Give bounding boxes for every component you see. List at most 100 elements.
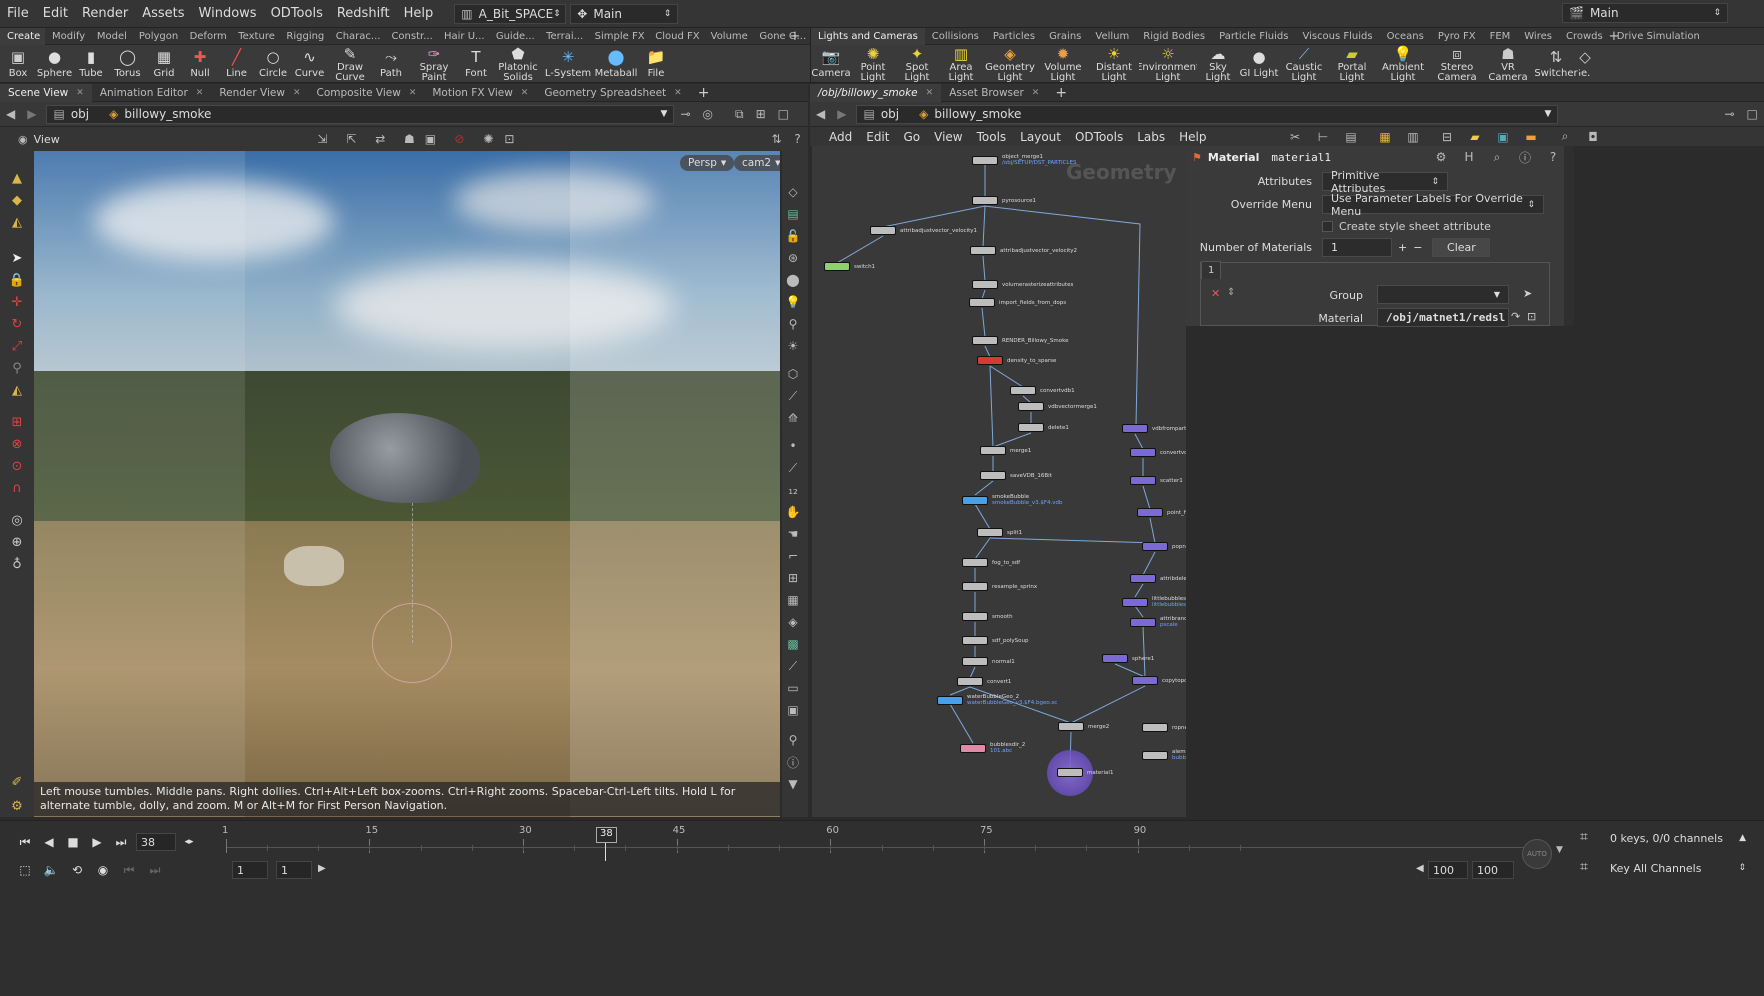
menu-item-3[interactable]: Assets xyxy=(135,0,191,28)
grid-view-icon[interactable]: ▦ xyxy=(1374,126,1396,148)
context-selector[interactable]: ✥ Main ⇕ xyxy=(570,3,679,24)
light-point-icon[interactable]: ⚲ xyxy=(782,313,804,335)
step-icon[interactable]: ◂▸ xyxy=(178,831,200,853)
network-menu-8[interactable]: Help xyxy=(1172,130,1213,144)
minus-icon[interactable]: − xyxy=(1413,241,1422,254)
node-alembic1[interactable]: alembic1bubblesdir.abc xyxy=(1142,749,1186,761)
audio-icon[interactable]: 🔈 xyxy=(40,859,62,881)
key-channels[interactable]: Key All Channels ⇕ xyxy=(1606,859,1750,877)
node-smokeBubble[interactable]: smokeBubble smokeBubble_v3.$F4.vdb xyxy=(962,494,1063,506)
node-copytopoints1[interactable]: copytopoints1 xyxy=(1132,676,1186,685)
network-menu-1[interactable]: Edit xyxy=(859,130,896,144)
ghost-icon[interactable]: ⊛ xyxy=(782,247,804,269)
h-icon[interactable]: H xyxy=(1458,146,1480,168)
menu-item-2[interactable]: Render xyxy=(75,0,135,28)
display-option-icon[interactable]: ◇ xyxy=(782,181,804,203)
reorder-icon[interactable]: ⇕ xyxy=(1227,287,1235,298)
shelf-tool-3[interactable]: ◯ Torus xyxy=(109,45,146,83)
clear-button[interactable]: Clear xyxy=(1432,237,1491,257)
tab-0[interactable]: Scene View ✕ xyxy=(0,83,92,102)
flipbook-icon[interactable]: ✺ xyxy=(478,128,499,150)
list-icon[interactable]: ▤ xyxy=(1340,126,1362,148)
render-region-icon[interactable]: ⊡ xyxy=(499,128,520,150)
stop-icon[interactable]: ■ xyxy=(62,831,84,853)
node-body[interactable] xyxy=(962,657,988,666)
node-attribadjustvector_velocity1[interactable]: attribadjustvector_velocity1 xyxy=(870,226,977,235)
network-menu-4[interactable]: Tools xyxy=(970,130,1014,144)
menu-item-7[interactable]: Help xyxy=(397,0,441,28)
network-menu-3[interactable]: View xyxy=(927,130,969,144)
shelf-tab-right-3[interactable]: Grains xyxy=(1042,28,1088,45)
node-body[interactable] xyxy=(980,471,1006,480)
shelf-tab-right-1[interactable]: Collisions xyxy=(925,28,986,45)
node-body[interactable] xyxy=(937,695,963,705)
forward-arrow-icon[interactable]: ▶ xyxy=(21,107,42,121)
right-tab-1[interactable]: Asset Browser ✕ xyxy=(941,84,1047,102)
shelf-tool-8[interactable]: ∿ Curve xyxy=(291,45,328,83)
node-volumerasterizeattributes[interactable]: volumerasterizeattributes xyxy=(972,280,1073,289)
pin-icon[interactable]: ⊸ xyxy=(674,107,696,121)
scene-viewport[interactable]: Persp ▼ cam2 ▼ xyxy=(34,151,780,817)
node-ropnet1[interactable]: ropnet1 xyxy=(1142,723,1186,732)
node-merge2[interactable]: merge2 xyxy=(1058,722,1109,731)
shelf-tool-right-16[interactable]: ◇Ge... xyxy=(1579,45,1591,83)
end-frame-field[interactable]: 100 xyxy=(1472,861,1514,879)
wire-icon[interactable]: ▤ xyxy=(782,203,804,225)
shelf-tab-right-5[interactable]: Rigid Bodies xyxy=(1136,28,1212,45)
shelf-tab-right-11[interactable]: Wires xyxy=(1517,28,1559,45)
shelf-tab-right-9[interactable]: Pyro FX xyxy=(1431,28,1483,45)
normals-icon[interactable]: ⟰ xyxy=(782,407,804,429)
menu-item-4[interactable]: Windows xyxy=(192,0,264,28)
node-pyrosource1[interactable]: pyrosource1 xyxy=(972,196,1036,205)
node-split1[interactable]: split1 xyxy=(977,528,1022,537)
node-body[interactable] xyxy=(1142,542,1168,551)
camera-icon[interactable]: ☗ xyxy=(399,128,420,150)
shelf-tool-6[interactable]: ╱ Line xyxy=(218,45,255,83)
numbers-icon[interactable]: ₁₂ xyxy=(782,479,804,501)
network-menu-7[interactable]: Labs xyxy=(1130,130,1172,144)
info-icon[interactable]: ⓘ xyxy=(782,751,804,773)
lock-camera-icon[interactable]: 🔓 xyxy=(782,225,804,247)
next-key-icon[interactable]: ⏭ xyxy=(144,859,166,881)
menu-item-0[interactable]: File xyxy=(0,0,36,28)
shelf-tab-12[interactable]: Simple FX xyxy=(588,28,649,45)
keyframe-icon[interactable]: ⌗ xyxy=(1580,829,1588,845)
node-convertvdb2[interactable]: convertvdb2 xyxy=(1130,448,1186,457)
shelf-tab-3[interactable]: Polygon xyxy=(132,28,183,45)
shelf-tool-right-5[interactable]: ✹ Volume Light xyxy=(1037,45,1089,83)
node-sdf_polySoup[interactable]: sdf_polySoup xyxy=(962,636,1029,645)
bg-icon[interactable]: ◈ xyxy=(782,611,804,633)
shelf-tool-right-3[interactable]: ▥ Area Light xyxy=(939,45,983,83)
snap-grid-icon[interactable]: ⊞ xyxy=(6,411,28,433)
tab-3[interactable]: Composite View ✕ xyxy=(309,84,425,102)
shelf-tool-right-1[interactable]: ✺ Point Light xyxy=(851,45,895,83)
corner-icon[interactable]: ⌐ xyxy=(782,545,804,567)
help-icon[interactable]: ? xyxy=(787,128,808,150)
node-body[interactable] xyxy=(957,677,983,686)
node-sphere1[interactable]: sphere1 xyxy=(1102,654,1154,663)
tab-2[interactable]: Render View ✕ xyxy=(211,84,308,102)
shelf-tool-16[interactable]: 📁 File xyxy=(638,45,674,83)
node-body[interactable] xyxy=(1122,597,1148,607)
view-layout-icon[interactable]: ⇅ xyxy=(766,128,787,150)
network-view[interactable]: Geometry object_merge1/obj/SETUP/DST_PAR… xyxy=(812,146,1186,817)
shelf-tab-right-13[interactable]: Drive Simulation xyxy=(1610,28,1707,45)
shelf-tab-6[interactable]: Rigging xyxy=(279,28,328,45)
shelf-tab-right-6[interactable]: Particle Fluids xyxy=(1212,28,1295,45)
node-resample_sprinx[interactable]: resample_sprinx xyxy=(962,582,1037,591)
camera-menu[interactable]: cam2 ▼ xyxy=(734,155,780,171)
override-menu[interactable]: Use Parameter Labels For Override Menu ⇕ xyxy=(1322,192,1544,218)
shelf-tool-right-11[interactable]: ▰ Portal Light xyxy=(1329,45,1375,83)
help-icon[interactable]: ? xyxy=(1542,146,1564,168)
box-icon[interactable]: ▭ xyxy=(782,677,804,699)
persp-menu[interactable]: Persp ▼ xyxy=(680,155,735,171)
network-icon[interactable]: ⧉ xyxy=(729,107,750,122)
node-body[interactable] xyxy=(1132,676,1158,685)
dropdown-arrow-icon[interactable]: ▼ xyxy=(1545,109,1552,119)
node-body[interactable] xyxy=(1018,402,1044,411)
add-shelf-tab-icon-right[interactable]: + xyxy=(1604,28,1624,45)
desktop-selector[interactable]: ▥ A_Bit_SPACE ⇕ xyxy=(454,3,567,24)
node-body[interactable] xyxy=(1018,423,1044,432)
key-channels-icon[interactable]: ⌗ xyxy=(1580,859,1588,875)
node-material1[interactable]: material1 xyxy=(1057,768,1113,777)
